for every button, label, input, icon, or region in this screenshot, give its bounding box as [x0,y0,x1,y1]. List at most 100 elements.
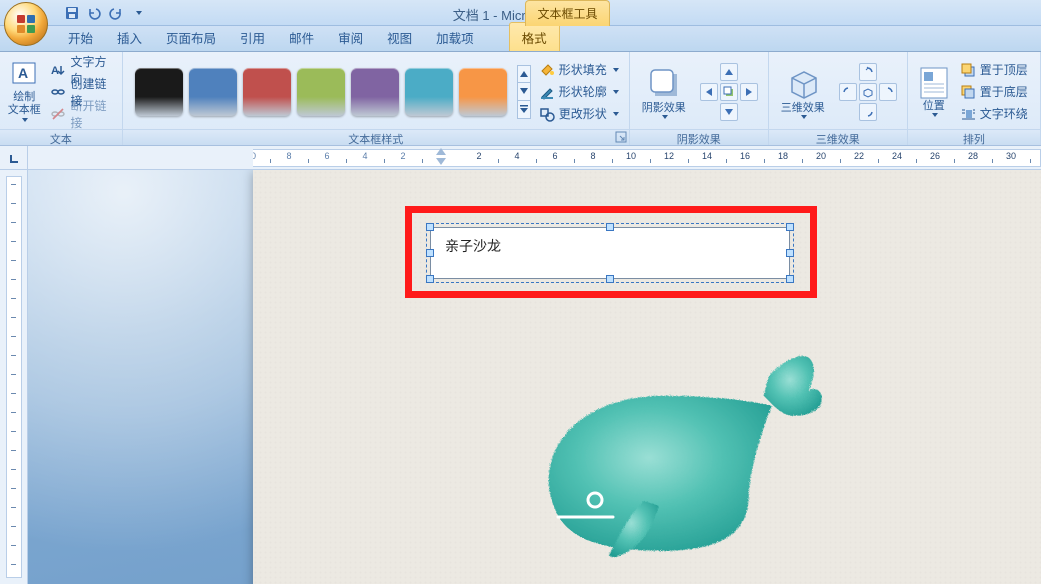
tab-review[interactable]: 审阅 [326,23,375,51]
nudge-down[interactable] [720,103,738,121]
ruler-number: 8 [590,151,595,161]
qat-customize[interactable] [128,3,148,23]
cube-icon [784,64,822,102]
change-shape-button[interactable]: 更改形状 [539,103,619,125]
text-box[interactable]: 亲子沙龙 [430,227,790,279]
send-back-icon [960,84,976,100]
document-canvas[interactable]: 亲子沙龙 [28,170,1041,584]
style-swatch-purple[interactable] [351,68,399,116]
gallery-more[interactable] [517,101,531,119]
position-icon [919,66,949,100]
position-button[interactable]: 位置 [914,57,954,127]
tilt-up[interactable] [859,63,877,81]
group-textbox-styles: 形状填充 形状轮廓 更改形状 文本框样式 [123,52,630,145]
context-tool-title: 文本框工具 [525,0,610,26]
tilt-center[interactable] [859,83,877,101]
group-shadow: 阴影效果 阴影效果 [630,52,769,145]
bring-front-icon [960,62,976,78]
tab-page-layout[interactable]: 页面布局 [154,23,228,51]
resize-handle-ml[interactable] [426,249,434,257]
bucket-icon [539,62,555,78]
vertical-ruler[interactable] [0,170,28,584]
nudge-right[interactable] [740,83,758,101]
draw-textbox-button[interactable]: A 绘制 文本框 [6,57,42,127]
shadow-effects-button[interactable]: 阴影效果 [636,57,692,127]
horizontal-ruler[interactable]: 1086422468101214161820222426283032 [253,146,1041,169]
group-3d: 三维效果 三维效果 [769,52,908,145]
tilt-right[interactable] [879,83,897,101]
page: 亲子沙龙 [253,170,1041,584]
tab-mailings[interactable]: 邮件 [277,23,326,51]
office-button[interactable] [4,2,48,46]
style-swatch-orange[interactable] [459,68,507,116]
text-wrap-icon [960,106,976,122]
text-wrap-label: 文字环绕 [980,105,1028,122]
dialog-launcher-icon[interactable] [615,131,627,143]
style-swatch-red[interactable] [243,68,291,116]
style-gallery[interactable] [129,60,513,124]
nudge-up[interactable] [720,63,738,81]
tab-view[interactable]: 视图 [375,23,424,51]
tab-selector[interactable] [0,146,28,170]
text-wrap-button[interactable]: 文字环绕 [958,103,1030,125]
ruler-number: 28 [968,151,978,161]
tab-format[interactable]: 格式 [509,22,560,51]
chevron-down-icon [613,68,619,72]
group-arrange: 位置 置于顶层 置于底层 文字环绕 排列 [908,52,1041,145]
resize-handle-mr[interactable] [786,249,794,257]
svg-text:A: A [51,65,59,77]
break-link-label: 断开链接 [70,97,111,131]
textbox-icon: A [11,61,37,89]
quick-access-toolbar [62,3,148,23]
style-swatch-teal[interactable] [405,68,453,116]
resize-handle-bl[interactable] [426,275,434,283]
chevron-down-icon [613,112,619,116]
tab-addins[interactable]: 加载项 [424,23,486,51]
ribbon-tabs: 开始 插入 页面布局 引用 邮件 审阅 视图 加载项 格式 [0,26,1041,52]
shape-outline-button[interactable]: 形状轮廓 [539,81,619,103]
break-link-button[interactable]: 断开链接 [46,103,115,125]
style-swatch-blue[interactable] [189,68,237,116]
svg-text:A: A [18,65,28,81]
ruler-number: 24 [892,151,902,161]
whale-image[interactable] [523,335,823,565]
send-to-back-button[interactable]: 置于底层 [958,81,1030,103]
resize-handle-tl[interactable] [426,223,434,231]
tab-insert[interactable]: 插入 [105,23,154,51]
annotation-highlight: 亲子沙龙 [405,206,817,298]
resize-handle-tr[interactable] [786,223,794,231]
hanging-indent[interactable] [436,158,446,165]
shadow-effects-label: 阴影效果 [642,102,686,114]
tab-references[interactable]: 引用 [228,23,277,51]
redo-button[interactable] [106,3,126,23]
ribbon: A 绘制 文本框 A 文字方向 创建链接 断开链接 文本 [0,52,1041,146]
pen-icon [539,84,555,100]
text-box-content: 亲子沙龙 [431,228,789,264]
group-text-label: 文本 [0,129,122,145]
gallery-scroll-down[interactable] [517,83,531,101]
style-swatch-olive[interactable] [297,68,345,116]
3d-effects-button[interactable]: 三维效果 [775,57,831,127]
nudge-center[interactable] [720,83,738,101]
ruler-number: 10 [253,151,256,161]
nudge-left[interactable] [700,83,718,101]
resize-handle-tm[interactable] [606,223,614,231]
bring-to-front-button[interactable]: 置于顶层 [958,59,1030,81]
shape-fill-button[interactable]: 形状填充 [539,59,619,81]
save-button[interactable] [62,3,82,23]
resize-handle-bm[interactable] [606,275,614,283]
style-swatch-black[interactable] [135,68,183,116]
tilt-down[interactable] [859,103,877,121]
3d-tilt-grid [839,63,897,121]
gallery-scroll-up[interactable] [517,65,531,83]
ruler-number: 16 [740,151,750,161]
group-3d-label: 三维效果 [769,129,907,145]
shadow-icon [645,64,683,102]
tilt-left[interactable] [839,83,857,101]
position-label: 位置 [923,100,945,112]
undo-button[interactable] [84,3,104,23]
first-line-indent[interactable] [436,148,446,155]
resize-handle-br[interactable] [786,275,794,283]
tab-home[interactable]: 开始 [56,23,105,51]
chevron-down-icon [613,90,619,94]
